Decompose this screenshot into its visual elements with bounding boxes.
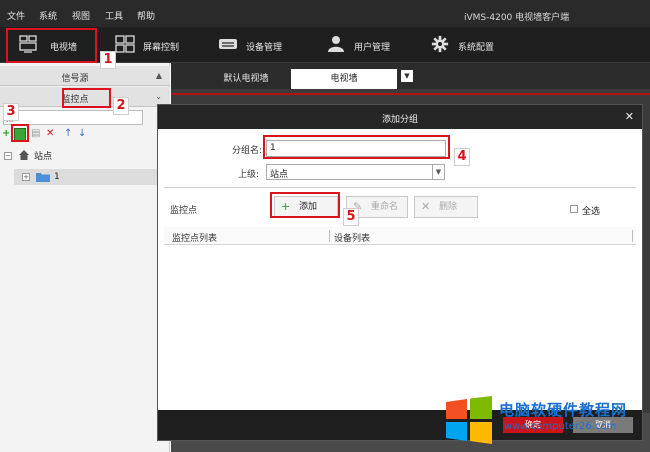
toolbar-device-management-button[interactable]: 设备管理 xyxy=(218,27,308,63)
tab-tv-wall[interactable]: 电视墙 xyxy=(291,69,397,89)
parent-select[interactable]: 站点 ▼ xyxy=(266,164,445,180)
menu-system[interactable]: 系统 xyxy=(39,9,57,22)
watermark-title: 电脑软硬件教程网 xyxy=(499,401,628,419)
user-icon xyxy=(328,36,344,52)
add-icon[interactable]: + xyxy=(2,128,10,140)
app-title: iVMS-4200 电视墙客户端 xyxy=(464,13,570,23)
chevron-down-icon[interactable]: ⌄ xyxy=(155,92,162,101)
delete-icon[interactable]: ✕ xyxy=(46,128,54,140)
site-watermark: 电脑软硬件教程网 www.computer26.com xyxy=(444,392,644,448)
column-device-list[interactable]: 设备列表 xyxy=(334,231,370,244)
toolbar-system-config-button[interactable]: 系统配置 xyxy=(430,27,520,63)
signal-source-header[interactable]: 信号源 ▲ xyxy=(0,66,170,86)
chevron-down-icon[interactable]: ▼ xyxy=(432,165,444,179)
highlight-box-group-name xyxy=(263,135,450,159)
move-down-icon[interactable]: ↓ xyxy=(78,128,86,140)
column-separator[interactable] xyxy=(632,230,633,242)
toolbar-system-config-label: 系统配置 xyxy=(458,43,495,53)
rename-button-label: 重命名 xyxy=(371,202,399,212)
dialog-title: 添加分组 xyxy=(381,115,418,125)
parent-label: 上级: xyxy=(238,170,260,180)
tab-dropdown-icon[interactable]: ▼ xyxy=(401,70,413,82)
group-name-label: 分组名: xyxy=(232,146,263,156)
delete-button-label: 删除 xyxy=(439,202,458,212)
delete-x-icon: ✕ xyxy=(421,200,431,213)
tab-strip: 默认电视墙 电视墙 ▼ xyxy=(171,63,650,89)
menu-view[interactable]: 视图 xyxy=(72,9,90,22)
menu-file[interactable]: 文件 xyxy=(7,9,25,22)
menu-tools[interactable]: 工具 xyxy=(105,9,123,22)
main-toolbar: 电视墙 屏幕控制 设备管理 用户管理 系统配置 xyxy=(0,27,650,63)
dialog-titlebar: 添加分组 ✕ xyxy=(158,105,642,129)
move-up-icon[interactable]: ↑ xyxy=(64,128,72,140)
chevron-up-icon[interactable]: ▲ xyxy=(156,71,162,80)
callout-5: 5 xyxy=(343,208,359,226)
device-icon xyxy=(219,39,237,49)
dialog-divider xyxy=(164,187,636,188)
toolbar-device-management-label: 设备管理 xyxy=(246,43,283,53)
screen-grid-icon xyxy=(115,35,135,53)
windows-logo-icon xyxy=(446,396,492,444)
gear-icon xyxy=(431,35,449,53)
column-separator[interactable] xyxy=(329,230,330,242)
highlight-box-tv-wall xyxy=(6,28,97,63)
toolbar-user-management-label: 用户管理 xyxy=(354,43,391,53)
tree-root-label: 站点 xyxy=(34,152,53,162)
left-panel: 信号源 ▲ 监控点 ⌄ 搜 + ▤ ✕ ↑ ↓ − 站点 + 1 xyxy=(0,63,170,452)
monitor-table-header: 监控点列表 设备列表 xyxy=(164,227,636,245)
expand-icon[interactable]: + xyxy=(22,173,30,181)
highlight-box-add-group xyxy=(11,124,29,142)
select-all-label: 全选 xyxy=(582,207,601,217)
highlight-box-monitor-point xyxy=(62,88,111,108)
callout-4: 4 xyxy=(454,148,470,166)
signal-source-label: 信号源 xyxy=(61,74,89,84)
folder-icon xyxy=(36,173,50,182)
parent-value: 站点 xyxy=(270,170,289,180)
home-icon xyxy=(19,150,29,160)
edit-icon[interactable]: ▤ xyxy=(31,128,40,140)
tree-child-label: 1 xyxy=(54,172,60,182)
menu-help[interactable]: 帮助 xyxy=(137,9,155,22)
monitor-point-section-label: 监控点 xyxy=(170,206,198,216)
toolbar-user-management-button[interactable]: 用户管理 xyxy=(326,27,416,63)
callout-3: 3 xyxy=(3,103,19,121)
menu-bar: 文件 系统 视图 工具 帮助 iVMS-4200 电视墙客户端 xyxy=(0,0,650,27)
delete-button[interactable]: ✕ 删除 xyxy=(414,196,478,218)
watermark-url: www.computer26.com xyxy=(504,421,617,432)
tv-wall-divider xyxy=(171,93,650,95)
tab-default-tv-wall[interactable]: 默认电视墙 xyxy=(201,69,291,89)
collapse-icon[interactable]: − xyxy=(4,152,12,160)
callout-2: 2 xyxy=(113,97,129,115)
checkbox-icon[interactable] xyxy=(570,205,578,213)
column-monitor-list[interactable]: 监控点列表 xyxy=(172,231,217,244)
highlight-box-add-button xyxy=(270,192,340,218)
toolbar-screen-control-button[interactable]: 屏幕控制 xyxy=(115,27,205,63)
close-icon[interactable]: ✕ xyxy=(625,110,634,123)
toolbar-screen-control-label: 屏幕控制 xyxy=(143,43,180,53)
callout-1: 1 xyxy=(100,51,116,69)
tree-node-group[interactable]: + 1 xyxy=(14,169,164,185)
